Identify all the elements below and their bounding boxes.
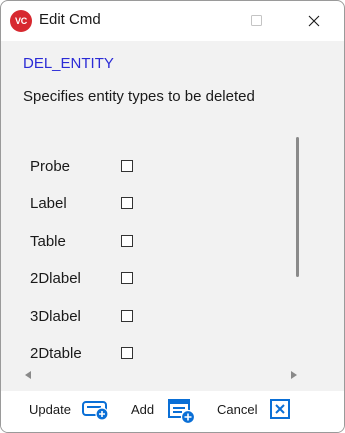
3dlabel-checkbox[interactable] [121,310,133,322]
option-row-label[interactable]: Label [19,192,289,216]
scroll-right-arrow-icon[interactable] [291,371,297,379]
option-label: Label [30,195,67,212]
vertical-scrollbar[interactable] [293,137,303,387]
probe-checkbox[interactable] [121,160,133,172]
table-checkbox[interactable] [121,235,133,247]
cancel-button[interactable]: Cancel [211,391,301,432]
update-icon [82,401,109,421]
option-label: 3Dlabel [30,308,81,325]
minimize-icon [178,15,190,27]
command-name: DEL_ENTITY [23,55,114,72]
option-row-3dlabel[interactable]: 3Dlabel [19,305,289,329]
command-description: Specifies entity types to be deleted [23,88,255,105]
2dtable-checkbox[interactable] [121,347,133,359]
add-button-label: Add [131,402,155,417]
button-bar: Update Add Cancel [1,391,344,432]
2dlabel-checkbox[interactable] [121,272,133,284]
window-title: Edit Cmd [39,11,101,28]
add-table-icon [168,399,196,425]
title-bar[interactable]: VC Edit Cmd [1,1,344,41]
option-row-2dlabel[interactable]: 2Dlabel [19,267,289,291]
scroll-left-arrow-icon[interactable] [25,371,31,379]
label-checkbox[interactable] [121,197,133,209]
add-button[interactable]: Add [126,391,201,432]
horizontal-scrollbar[interactable] [21,368,302,382]
update-button[interactable]: Update [1,391,121,432]
option-row-2dtable[interactable]: 2Dtable [19,342,289,366]
option-row-table[interactable]: Table [19,230,289,254]
cancel-icon [270,399,290,419]
option-label: Probe [30,158,71,175]
close-button[interactable] [291,1,337,41]
cancel-button-label: Cancel [217,402,258,417]
option-label: 2Dlabel [30,270,81,287]
option-label: 2Dtable [30,345,82,362]
vertical-scrollbar-thumb[interactable] [296,137,299,277]
options-panel[interactable]: Probe Label Table 2Dlabel 3Dlabel 2Dtabl… [19,117,308,385]
option-row-probe[interactable]: Probe [19,155,289,179]
close-icon [308,15,320,27]
app-logo-icon: VC [10,10,32,32]
maximize-button[interactable] [234,1,280,41]
edit-cmd-window: VC Edit Cmd DEL_ENTITY Specifies entity … [0,0,345,433]
update-button-label: Update [29,402,71,417]
content-area: DEL_ENTITY Specifies entity types to be … [1,41,344,391]
option-label: Table [30,233,66,250]
minimize-button[interactable] [161,1,207,41]
maximize-icon [251,15,262,26]
